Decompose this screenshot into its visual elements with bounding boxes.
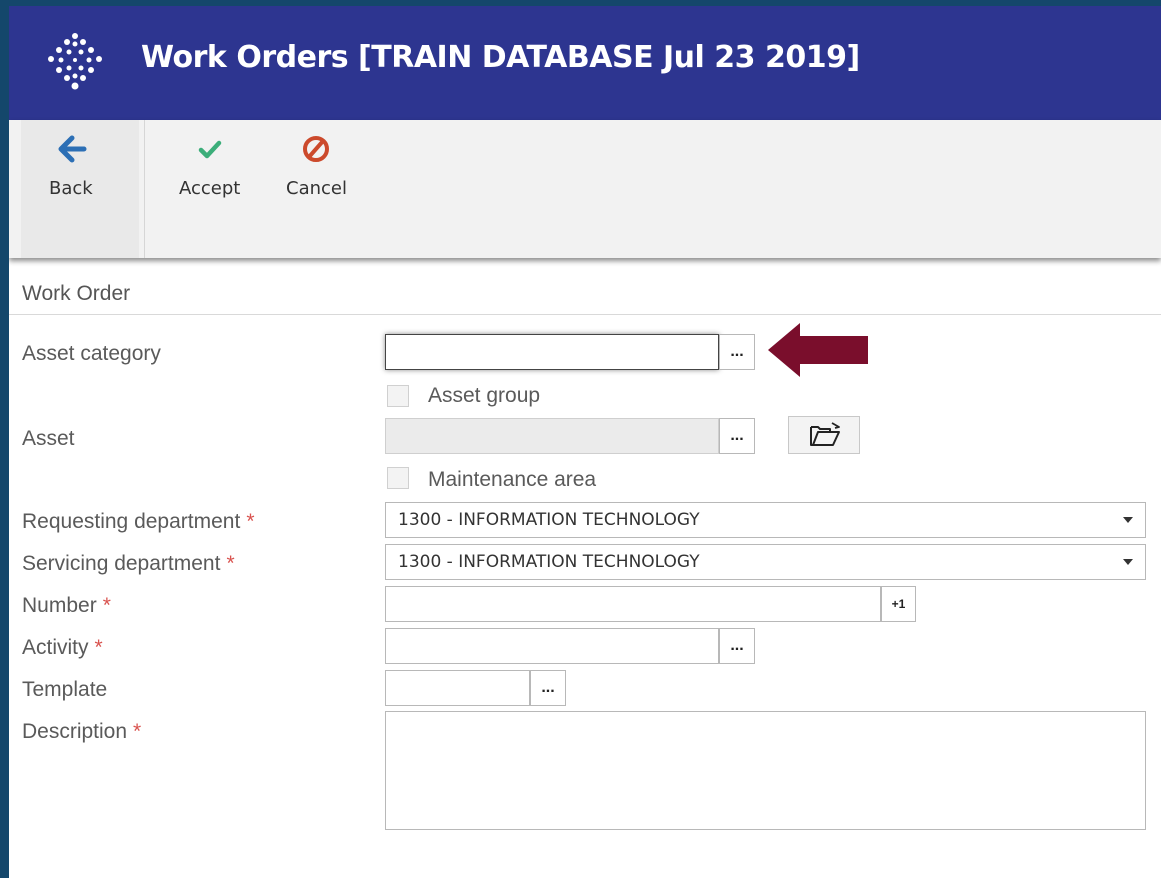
maintenance-area-checkbox[interactable] bbox=[387, 467, 409, 489]
window-title: Work Orders [TRAIN DATABASE Jul 23 2019] bbox=[141, 40, 860, 75]
required-marker: * bbox=[226, 552, 235, 575]
asset-label: Asset bbox=[22, 427, 75, 450]
asset-category-label: Asset category bbox=[22, 342, 161, 365]
servicing-department-text: Servicing department bbox=[22, 552, 221, 575]
section-divider bbox=[9, 314, 1161, 315]
toolbar: Back Accept Cancel bbox=[9, 120, 1161, 258]
description-label: Description * bbox=[22, 720, 141, 744]
required-marker: * bbox=[94, 636, 103, 659]
servicing-department-select[interactable]: 1300 - INFORMATION TECHNOLOGY bbox=[385, 544, 1146, 580]
template-label: Template bbox=[22, 678, 108, 701]
servicing-department-value: 1300 - INFORMATION TECHNOLOGY bbox=[398, 552, 700, 572]
chevron-down-icon bbox=[1123, 559, 1133, 565]
asset-group-label: Asset group bbox=[428, 384, 541, 407]
cancel-label: Cancel bbox=[286, 178, 347, 199]
accept-button[interactable]: Accept bbox=[179, 132, 240, 199]
requesting-department-value: 1300 - INFORMATION TECHNOLOGY bbox=[398, 510, 700, 530]
accept-label: Accept bbox=[179, 178, 241, 199]
activity-label: Activity * bbox=[22, 636, 103, 660]
required-marker: * bbox=[102, 594, 111, 617]
asset-category-lookup-button[interactable]: ... bbox=[719, 334, 755, 370]
back-button[interactable]: Back bbox=[49, 132, 93, 199]
number-label: Number * bbox=[22, 594, 111, 618]
dots-diamond-logo-icon bbox=[48, 33, 102, 90]
number-text: Number bbox=[22, 594, 97, 617]
activity-lookup-button[interactable]: ... bbox=[719, 628, 755, 664]
required-marker: * bbox=[246, 510, 255, 533]
activity-input[interactable] bbox=[385, 628, 719, 664]
open-folder-button[interactable] bbox=[788, 416, 860, 454]
open-folder-icon bbox=[810, 422, 840, 446]
requesting-department-select[interactable]: 1300 - INFORMATION TECHNOLOGY bbox=[385, 502, 1146, 538]
back-label: Back bbox=[49, 178, 93, 199]
template-input[interactable] bbox=[385, 670, 530, 706]
requesting-department-label: Requesting department * bbox=[22, 510, 255, 534]
servicing-department-label: Servicing department * bbox=[22, 552, 235, 576]
toolbar-separator bbox=[144, 120, 145, 258]
annotation-arrow-left-icon bbox=[768, 323, 868, 377]
title-bar: Work Orders [TRAIN DATABASE Jul 23 2019] bbox=[9, 6, 1161, 120]
cancel-button[interactable]: Cancel bbox=[286, 132, 347, 199]
cancel-circle-icon bbox=[303, 136, 330, 162]
increment-number-button[interactable]: +1 bbox=[881, 586, 916, 622]
asset-category-input[interactable] bbox=[385, 334, 719, 370]
asset-group-checkbox[interactable] bbox=[387, 385, 409, 407]
requesting-department-text: Requesting department bbox=[22, 510, 241, 533]
description-textarea[interactable] bbox=[385, 711, 1146, 830]
activity-text: Activity bbox=[22, 636, 89, 659]
chevron-down-icon bbox=[1123, 517, 1133, 523]
template-lookup-button[interactable]: ... bbox=[530, 670, 566, 706]
section-title: Work Order bbox=[22, 282, 131, 305]
number-input[interactable] bbox=[385, 586, 881, 622]
maintenance-area-label: Maintenance area bbox=[428, 468, 597, 491]
arrow-left-icon bbox=[58, 135, 87, 163]
required-marker: * bbox=[133, 720, 142, 743]
asset-input[interactable] bbox=[385, 418, 719, 454]
checkmark-icon bbox=[198, 140, 221, 159]
description-text: Description bbox=[22, 720, 128, 743]
asset-lookup-button[interactable]: ... bbox=[719, 418, 755, 454]
